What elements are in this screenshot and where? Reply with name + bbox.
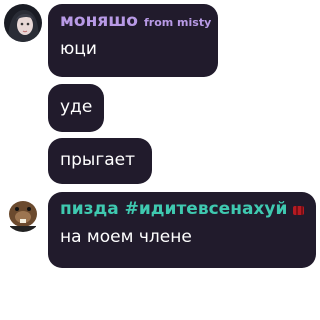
message-text: юци [60,39,97,59]
message-text: на моем члене [60,227,192,247]
sender-subtitle: from misty [143,16,212,29]
sender-row: пизда #идитевсенахуй [60,199,304,219]
sender-row: моняшо from misty [60,11,211,31]
avatar-image [4,4,42,42]
message-bubble-3[interactable]: прыгает [48,138,152,184]
chat-feed: моняшо from misty юци уде прыгает пизда … [0,0,317,320]
sender-name[interactable]: моняшо [60,11,138,31]
sender-name[interactable]: пизда #идитевсенахуй [60,199,287,219]
cartoon-beaver-avatar[interactable] [4,194,42,232]
message-bubble-4[interactable]: пизда #идитевсенахуй на моем члене [48,192,316,268]
girl-portrait-avatar[interactable] [4,4,42,42]
avatar-image [4,194,42,232]
message-bubble-2[interactable]: уде [48,84,104,132]
role-badge-icon [293,206,304,215]
message-bubble-1[interactable]: моняшо from misty юци [48,4,218,77]
message-text: прыгает [60,150,136,170]
message-text: уде [60,97,93,117]
